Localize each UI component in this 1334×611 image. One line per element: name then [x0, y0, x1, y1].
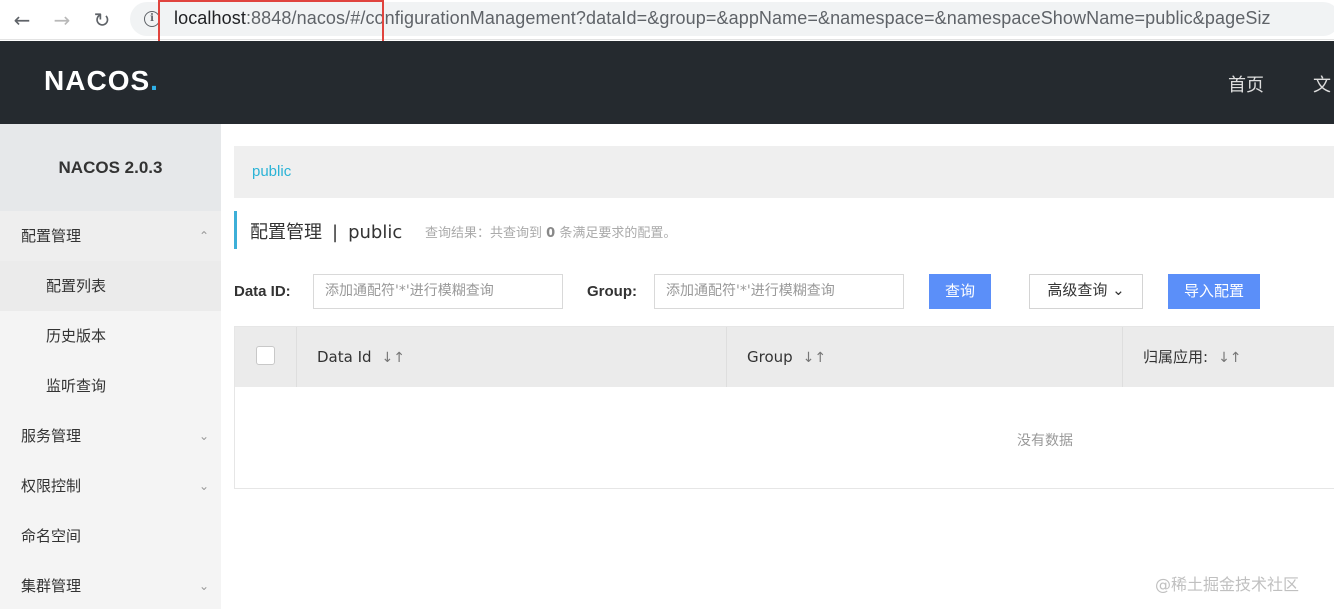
sidebar-item-listener-query[interactable]: 监听查询 — [0, 361, 221, 411]
chevron-down-icon: ⌄ — [198, 429, 209, 443]
column-label: 归属应用: — [1143, 348, 1209, 366]
empty-state-text: 没有数据 — [1017, 433, 1073, 449]
sidebar-item-label: 配置列表 — [46, 277, 107, 295]
namespace-link-public[interactable]: public — [252, 163, 291, 180]
page-title: 配置管理 | public — [250, 218, 402, 244]
result-prefix: 查询结果：共查询到 — [425, 226, 543, 241]
sidebar-item-label: 历史版本 — [46, 327, 107, 345]
forward-arrow-icon[interactable]: → — [48, 6, 76, 34]
page-title-separator: | — [332, 222, 339, 243]
group-input[interactable]: 添加通配符'*'进行模糊查询 — [654, 274, 904, 309]
chevron-up-icon: ⌃ — [198, 229, 209, 243]
page-title-namespace: public — [348, 222, 403, 243]
sidebar: NACOS 2.0.3 配置管理 ⌃ 配置列表 历史版本 监听查询 服务管理 ⌄… — [0, 124, 221, 609]
column-label: Data Id — [317, 348, 372, 366]
logo-dot: . — [150, 65, 159, 96]
url-path: :8848/nacos/#/configurationManagement?da… — [245, 8, 1271, 28]
column-header-app[interactable]: 归属应用: ↓↑ — [1123, 327, 1334, 387]
sidebar-item-config-management[interactable]: 配置管理 ⌃ — [0, 211, 221, 261]
column-label: Group — [747, 348, 793, 366]
sort-icon[interactable]: ↓↑ — [1218, 350, 1241, 366]
page-title-text: 配置管理 — [250, 222, 322, 243]
import-config-button[interactable]: 导入配置 — [1168, 274, 1260, 309]
nav-home-link[interactable]: 首页 — [1228, 71, 1264, 97]
result-suffix: 条满足要求的配置。 — [559, 226, 677, 241]
page-title-bar: 配置管理 | public 查询结果：共查询到 0 条满足要求的配置。 — [234, 211, 676, 249]
watermark: @稀土掘金技术社区 — [1155, 575, 1300, 594]
sidebar-item-label: 命名空间 — [21, 527, 82, 545]
result-count: 0 — [546, 226, 556, 241]
table-header: Data Id ↓↑ Group ↓↑ 归属应用: ↓↑ — [235, 327, 1334, 387]
sidebar-item-label: 权限控制 — [21, 477, 82, 495]
logo-text-o: C — [86, 65, 108, 96]
dataid-label: Data ID: — [234, 283, 291, 300]
sidebar-item-label: 配置管理 — [21, 227, 82, 245]
result-summary: 查询结果：共查询到 0 条满足要求的配置。 — [425, 222, 676, 241]
sidebar-title: NACOS 2.0.3 — [0, 124, 221, 211]
select-all-checkbox[interactable] — [256, 346, 275, 365]
sidebar-item-config-list[interactable]: 配置列表 — [0, 261, 221, 311]
column-header-group[interactable]: Group ↓↑ — [727, 327, 1123, 387]
sidebar-item-service-management[interactable]: 服务管理 ⌄ — [0, 411, 221, 461]
advanced-query-label: 高级查询 — [1047, 281, 1108, 299]
namespace-bar: public — [234, 146, 1334, 198]
group-label: Group: — [587, 283, 637, 300]
advanced-query-button[interactable]: 高级查询 ⌄ — [1029, 274, 1143, 309]
sidebar-item-label: 服务管理 — [21, 427, 82, 445]
select-all-cell — [235, 327, 297, 387]
chevron-down-icon: ⌄ — [198, 579, 209, 593]
chevron-down-icon: ⌄ — [1112, 281, 1125, 299]
reload-icon[interactable]: ↻ — [88, 6, 116, 34]
logo-text-prefix: NA — [44, 65, 87, 96]
sidebar-item-cluster-management[interactable]: 集群管理 ⌄ — [0, 561, 221, 611]
chevron-down-icon: ⌄ — [198, 479, 209, 493]
sidebar-item-namespace[interactable]: 命名空间 — [0, 511, 221, 561]
nacos-logo[interactable]: NACOS. — [44, 65, 159, 97]
app-header: NACOS. 首页 文 — [0, 41, 1334, 124]
dataid-input[interactable]: 添加通配符'*'进行模糊查询 — [313, 274, 563, 309]
sort-icon[interactable]: ↓↑ — [803, 350, 826, 366]
config-table: Data Id ↓↑ Group ↓↑ 归属应用: ↓↑ 没有数据 — [234, 326, 1334, 489]
sidebar-item-label: 集群管理 — [21, 577, 82, 595]
column-header-dataid[interactable]: Data Id ↓↑ — [297, 327, 727, 387]
back-arrow-icon[interactable]: ← — [8, 6, 36, 34]
sidebar-item-history[interactable]: 历史版本 — [0, 311, 221, 361]
sidebar-item-access-control[interactable]: 权限控制 ⌄ — [0, 461, 221, 511]
sort-icon[interactable]: ↓↑ — [382, 350, 405, 366]
sidebar-item-label: 监听查询 — [46, 377, 107, 395]
logo-text-suffix: OS — [107, 65, 151, 96]
nav-docs-link[interactable]: 文 — [1313, 71, 1331, 97]
query-button[interactable]: 查询 — [929, 274, 991, 309]
